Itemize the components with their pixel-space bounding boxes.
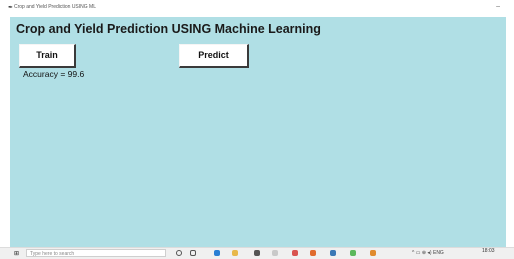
page-title: Crop and Yield Prediction USING Machine … (16, 22, 321, 36)
taskbar: ⊞ Type here to search ^ ▭ ⊕ ◂) ENG 18:03 (0, 247, 514, 259)
explorer-icon[interactable] (232, 250, 238, 256)
cortana-icon[interactable] (176, 250, 182, 256)
accuracy-label: Accuracy = 99.6 (23, 69, 85, 79)
feather-icon: ✒ (8, 5, 14, 11)
train-button[interactable]: Train (19, 44, 76, 68)
edge-icon[interactable] (214, 250, 220, 256)
app-window: ✒ Crop and Yield Prediction USING ML – C… (0, 0, 514, 259)
main-canvas: Crop and Yield Prediction USING Machine … (10, 17, 506, 247)
windows-start-icon[interactable]: ⊞ (14, 251, 19, 257)
python-icon[interactable] (330, 250, 336, 256)
mail-icon[interactable] (272, 250, 278, 256)
office-icon[interactable] (310, 250, 316, 256)
minimize-button[interactable]: – (496, 3, 500, 10)
chrome-icon[interactable] (292, 250, 298, 256)
task-view-icon[interactable] (190, 250, 196, 256)
taskbar-clock[interactable]: 18:03 (482, 249, 495, 254)
predict-button[interactable]: Predict (179, 44, 249, 68)
title-bar: ✒ Crop and Yield Prediction USING ML – (0, 0, 514, 16)
store-icon[interactable] (254, 250, 260, 256)
app-icon[interactable] (350, 250, 356, 256)
pinned-app-icon[interactable] (370, 250, 376, 256)
window-title: Crop and Yield Prediction USING ML (14, 4, 96, 10)
taskbar-search-input[interactable]: Type here to search (26, 249, 166, 257)
system-tray[interactable]: ^ ▭ ⊕ ◂) ENG (412, 251, 444, 256)
